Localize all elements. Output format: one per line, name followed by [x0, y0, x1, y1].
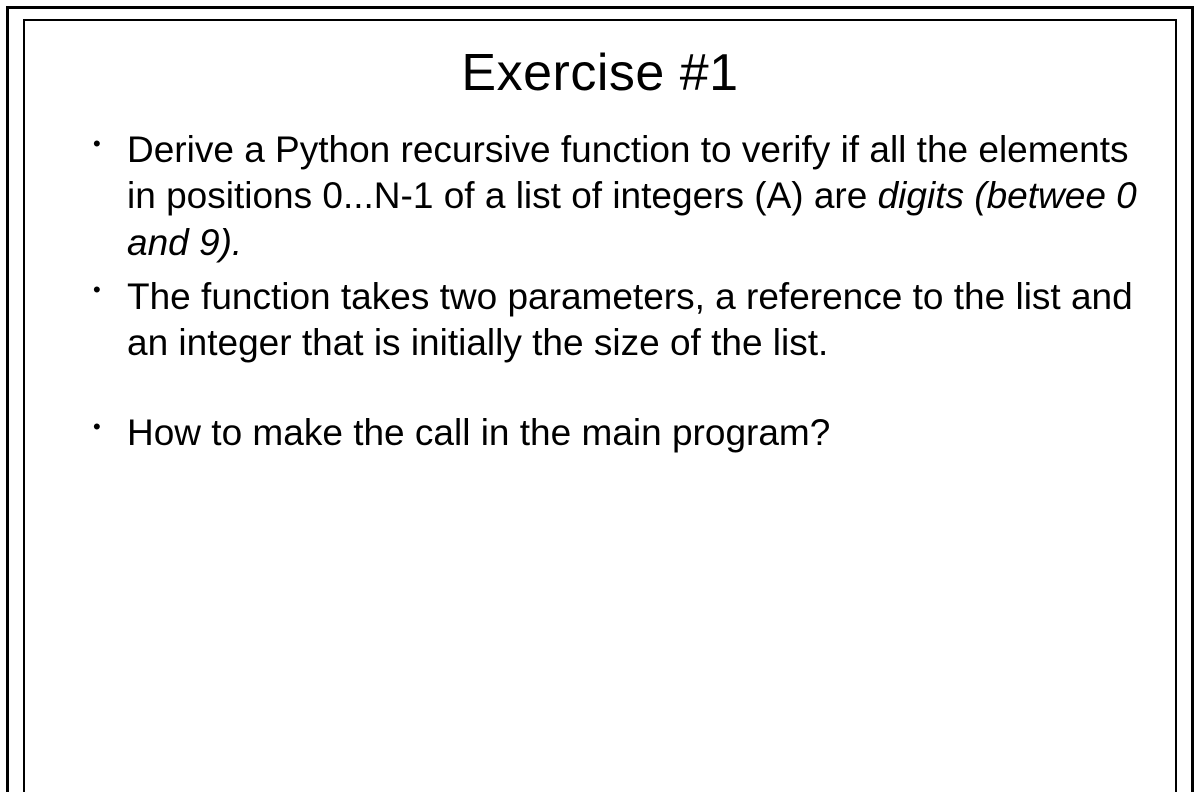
bullet-list-2: How to make the call in the main program… [57, 410, 1143, 456]
bullet-2-text: The function takes two parameters, a ref… [127, 276, 1133, 363]
bullet-item-1: Derive a Python recursive function to ve… [93, 127, 1143, 266]
bullet-item-2: The function takes two parameters, a ref… [93, 274, 1143, 367]
slide-frame: Exercise #1 Derive a Python recursive fu… [23, 19, 1177, 792]
bullet-3-text: How to make the call in the main program… [127, 412, 830, 453]
outer-frame: Exercise #1 Derive a Python recursive fu… [6, 6, 1194, 792]
slide-title: Exercise #1 [57, 43, 1143, 103]
bullet-item-3: How to make the call in the main program… [93, 410, 1143, 456]
spacer [57, 374, 1143, 410]
bullet-list: Derive a Python recursive function to ve… [57, 127, 1143, 366]
